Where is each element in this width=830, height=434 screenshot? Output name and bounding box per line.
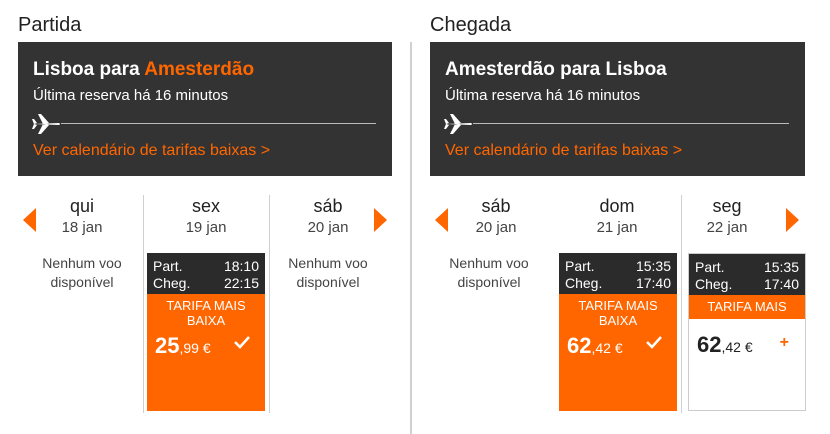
route-line (61, 123, 376, 124)
plane-icon (444, 114, 472, 134)
no-flight-text: Nenhum voo disponível (288, 255, 368, 290)
day-of-week: sáb (313, 196, 343, 216)
next-day-arrow-icon[interactable] (374, 208, 387, 232)
arrival-time: 17:40 (635, 275, 671, 291)
inbound-heading: Chegada (430, 14, 512, 36)
day-header: seg 22 jan (668, 196, 786, 236)
inbound-column: Chegada Amesterdão para Lisboa Última re… (430, 0, 825, 434)
day-of-week: sáb (481, 196, 511, 216)
fare-card-selected[interactable]: Part. 18:10 Cheg. 22:15 TARIFA MAIS BAIXA … (147, 253, 265, 411)
fare-card[interactable]: Part. 15:35 Cheg. 17:40 TARIFA MAIS 62,42 … (688, 253, 806, 411)
inbound-route-banner: Amesterdão para Lisboa Última reserva há… (430, 42, 805, 176)
price-integer: 62 (697, 332, 722, 357)
no-flight-text: Nenhum voo disponível (42, 255, 122, 290)
day-of-week: qui (69, 196, 95, 216)
day-date: 22 jan (706, 219, 748, 236)
day-date: 18 jan (61, 219, 103, 236)
plane-icon (32, 114, 60, 134)
departure-label: Part. (695, 259, 725, 275)
day-header: dom 21 jan (558, 196, 676, 236)
price-decimal: ,99 € (179, 340, 211, 356)
departure-time: 15:35 (635, 258, 671, 274)
day-date: 20 jan (475, 219, 517, 236)
departure-time: 18:10 (223, 258, 259, 274)
route-from: Lisboa para (33, 59, 140, 80)
lowest-fare-badge: TARIFA MAIS BAIXA (578, 298, 658, 328)
outbound-route-banner: Lisboa para Amesterdão Última reserva há… (18, 42, 392, 176)
fare-card-selected[interactable]: Part. 15:35 Cheg. 17:40 TARIFA MAIS BAIXA … (559, 253, 677, 411)
last-booking-text: Última reserva há 16 minutos (33, 87, 229, 104)
arrival-label: Cheg. (565, 275, 603, 291)
price-decimal: ,42 € (591, 340, 623, 356)
checkmark-icon (646, 336, 662, 349)
day-header: sex 19 jan (147, 196, 265, 236)
checkmark-icon (234, 336, 250, 349)
no-flight-text: Nenhum voo disponível (449, 255, 529, 290)
fare-price: 62,42 € (567, 333, 623, 359)
fare-price: 62,42 € (697, 332, 753, 358)
departure-label: Part. (153, 258, 183, 274)
day-of-week: dom (599, 196, 635, 216)
outbound-heading: Partida (18, 14, 82, 36)
day-header: qui 18 jan (23, 196, 141, 236)
last-booking-text: Última reserva há 16 minutos (445, 87, 641, 104)
arrival-label: Cheg. (695, 276, 733, 292)
next-day-arrow-icon[interactable] (786, 208, 799, 232)
day-header: sáb 20 jan (437, 196, 555, 236)
price-integer: 25 (155, 333, 180, 358)
fare-price: 25,99 € (155, 333, 211, 359)
route-destination: Amesterdão (144, 59, 255, 80)
departure-time: 15:35 (763, 259, 799, 275)
lowest-fare-badge: TARIFA MAIS (689, 295, 805, 319)
arrival-time: 17:40 (763, 276, 799, 292)
outbound-route-title: Lisboa para Amesterdão (33, 59, 254, 81)
day-separator (143, 195, 144, 413)
price-integer: 62 (567, 333, 592, 358)
inbound-route-title: Amesterdão para Lisboa (445, 59, 667, 80)
day-of-week: seg (712, 196, 742, 216)
day-date: 19 jan (185, 219, 227, 236)
day-date: 21 jan (596, 219, 638, 236)
day-date: 20 jan (307, 219, 349, 236)
outbound-column: Partida Lisboa para Amesterdão Última re… (18, 0, 413, 434)
arrival-label: Cheg. (153, 275, 191, 291)
plus-icon: + (779, 334, 789, 351)
route-line (473, 123, 789, 124)
flight-times: Part. 15:35 Cheg. 17:40 (689, 254, 805, 295)
departure-label: Part. (565, 258, 595, 274)
low-fare-calendar-link[interactable]: Ver calendário de tarifas baixas > (33, 142, 270, 160)
flight-times: Part. 15:35 Cheg. 17:40 (559, 253, 677, 294)
lowest-fare-badge: TARIFA MAIS BAIXA (166, 298, 246, 328)
flight-times: Part. 18:10 Cheg. 22:15 (147, 253, 265, 294)
day-header: sáb 20 jan (269, 196, 387, 236)
day-of-week: sex (191, 196, 220, 216)
low-fare-calendar-link[interactable]: Ver calendário de tarifas baixas > (445, 142, 682, 160)
arrival-time: 22:15 (223, 275, 259, 291)
price-decimal: ,42 € (721, 339, 753, 355)
